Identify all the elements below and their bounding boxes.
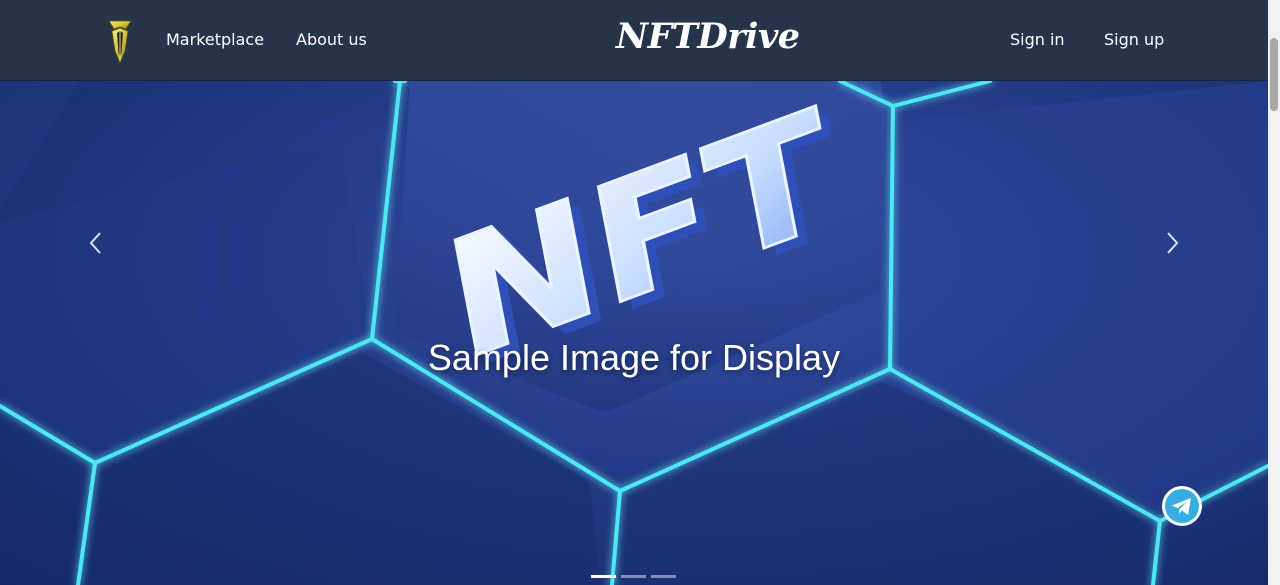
carousel-indicators — [590, 575, 680, 579]
sign-up-link[interactable]: Sign up — [1104, 30, 1164, 49]
nav-marketplace-link[interactable]: Marketplace — [166, 30, 264, 49]
nav-about-link[interactable]: About us — [296, 30, 367, 49]
sign-in-link[interactable]: Sign in — [1010, 30, 1065, 49]
carousel-indicator-3[interactable] — [651, 575, 676, 578]
page-scrollbar[interactable] — [1268, 0, 1280, 585]
carousel-indicator-2[interactable] — [621, 575, 646, 578]
carousel-indicator-1[interactable] — [591, 575, 616, 578]
scrollbar-thumb[interactable] — [1270, 38, 1278, 111]
navbar: Marketplace About us NFTDrive Sign in Si… — [0, 0, 1268, 81]
telegram-icon[interactable] — [1161, 485, 1203, 527]
hero-carousel: NFT NFT Sample Image for Display — [0, 81, 1268, 585]
carousel-caption: Sample Image for Display — [427, 337, 841, 378]
chevron-right-icon[interactable] — [1162, 231, 1182, 255]
chevron-left-icon[interactable] — [86, 231, 106, 255]
hero-image: NFT NFT — [0, 81, 1268, 585]
nftdrive-logo[interactable] — [106, 17, 134, 65]
brand-title[interactable]: NFTDrive — [616, 16, 800, 57]
